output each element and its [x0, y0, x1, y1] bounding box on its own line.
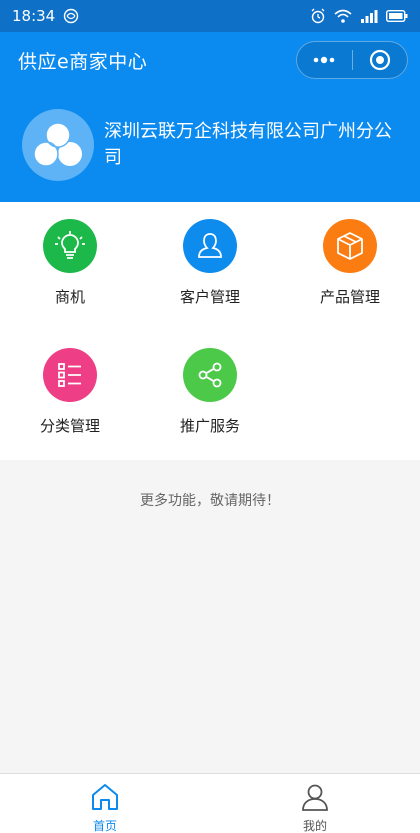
share-icon — [183, 348, 237, 402]
sim-icon — [63, 8, 79, 24]
grid-item-label: 客户管理 — [179, 288, 240, 306]
box-icon — [323, 219, 377, 273]
grid-item-label: 产品管理 — [319, 288, 380, 306]
status-right — [310, 8, 408, 24]
grid-item-categories[interactable]: 分类管理 — [0, 331, 140, 460]
nav-bar: 供应e商家中心 — [0, 32, 420, 88]
function-grid: 商机 客户管理 产品管理 分类管理 推广服务 — [0, 202, 420, 460]
page-title: 供应e商家中心 — [18, 50, 148, 73]
grid-item-products[interactable]: 产品管理 — [280, 202, 420, 331]
status-time: 18:34 — [12, 7, 56, 25]
tab-home[interactable]: 首页 — [0, 774, 210, 833]
home-icon — [90, 783, 120, 815]
tab-bar: 首页 我的 — [0, 773, 420, 833]
user-icon — [300, 783, 330, 815]
tab-mine[interactable]: 我的 — [210, 774, 420, 833]
grid-item-promotion[interactable]: 推广服务 — [140, 331, 280, 460]
list-icon — [43, 348, 97, 402]
battery-icon — [386, 10, 408, 22]
close-target-icon[interactable] — [352, 42, 407, 78]
lightbulb-icon — [43, 219, 97, 273]
grid-item-label: 商机 — [54, 288, 85, 306]
status-left: 18:34 — [12, 7, 79, 25]
grid-item-customers[interactable]: 客户管理 — [140, 202, 280, 331]
signal-icon — [360, 9, 378, 23]
person-icon — [183, 219, 237, 273]
tab-label: 首页 — [92, 819, 117, 833]
three-circles-logo-icon — [22, 109, 94, 181]
alarm-icon — [310, 8, 326, 24]
grid-item-label: 分类管理 — [39, 417, 100, 435]
company-name: 深圳云联万企科技有限公司广州分公司 — [104, 121, 392, 168]
company-header: 深圳云联万企科技有限公司广州分公司 — [0, 88, 420, 202]
tab-label: 我的 — [302, 819, 327, 833]
grid-item-opportunity[interactable]: 商机 — [0, 202, 140, 331]
more-dots-icon[interactable] — [297, 42, 352, 78]
grid-item-label: 推广服务 — [179, 417, 240, 435]
more-coming-soon-text: 更多功能，敬请期待！ — [140, 493, 280, 509]
capsule-menu — [296, 41, 408, 79]
wifi-icon — [334, 9, 352, 23]
status-bar: 18:34 — [0, 0, 420, 32]
